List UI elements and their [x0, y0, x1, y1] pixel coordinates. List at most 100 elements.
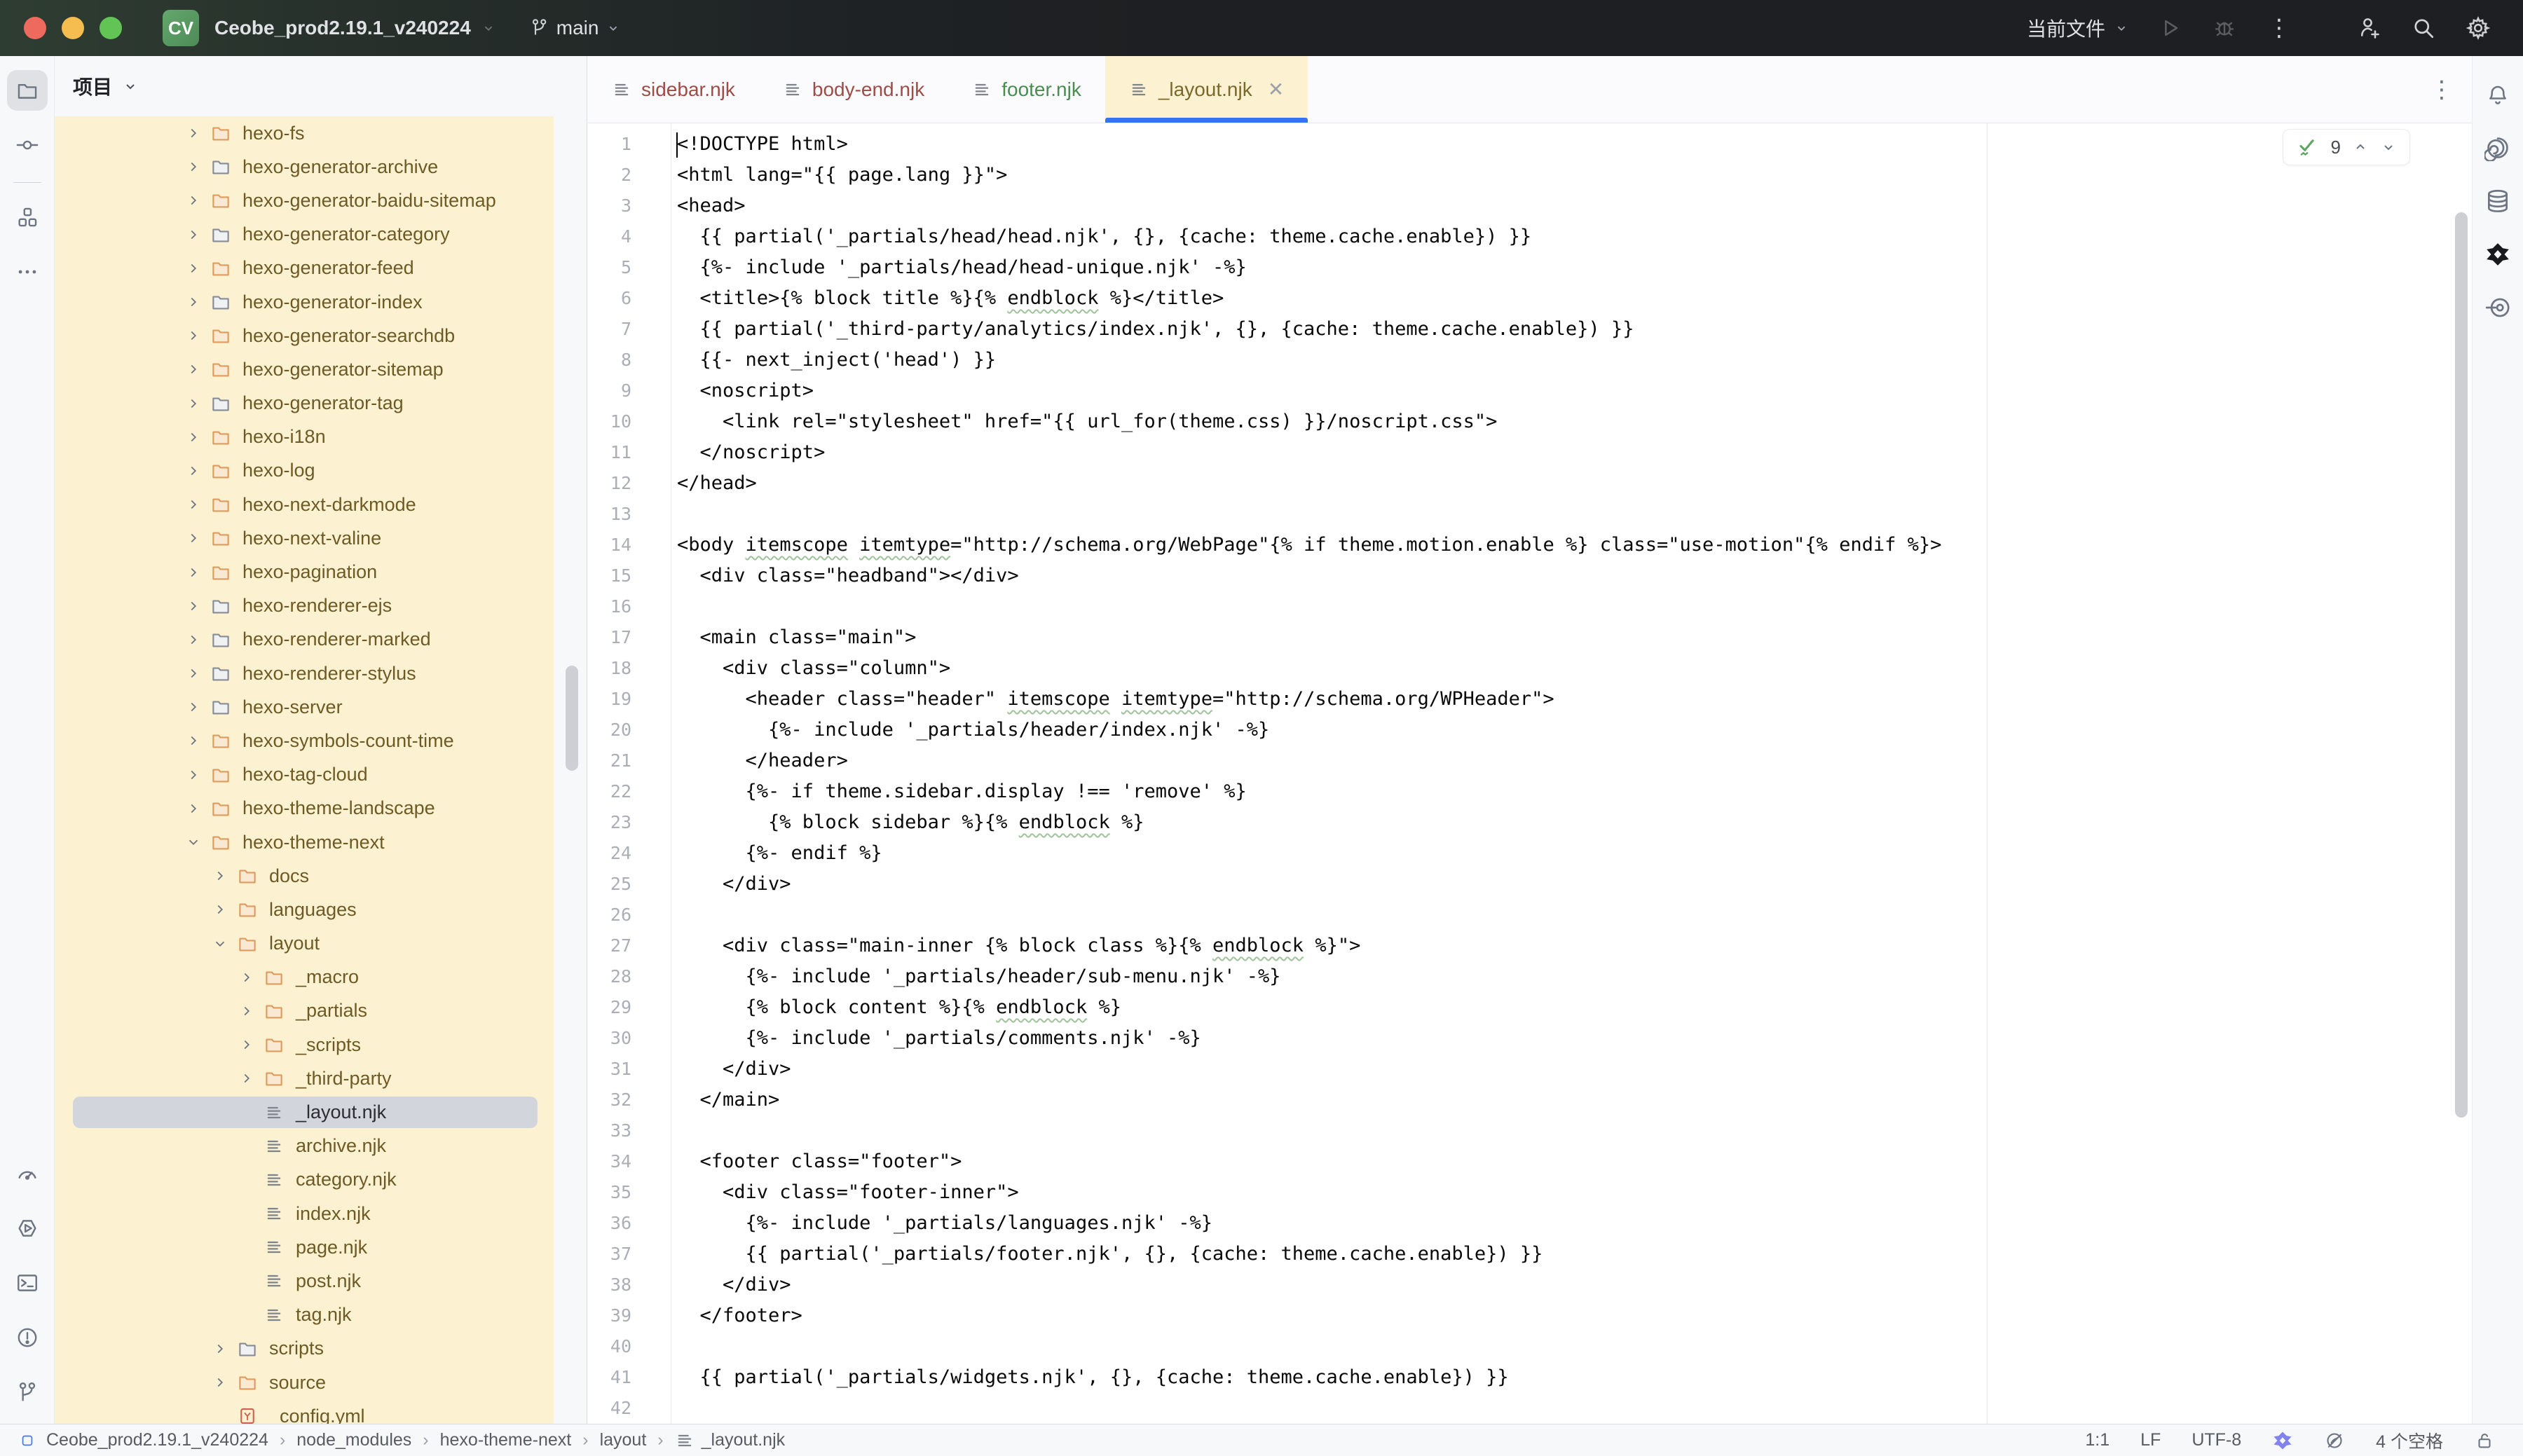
- line-number[interactable]: 32: [588, 1085, 631, 1115]
- debug-button[interactable]: [2210, 14, 2238, 42]
- line-number[interactable]: 20: [588, 715, 631, 746]
- chevron-right-icon[interactable]: [178, 530, 209, 546]
- chevron-right-icon[interactable]: [178, 632, 209, 647]
- tree-item--layout-njk[interactable]: _layout.njk: [55, 1095, 587, 1129]
- tree-item-hexo-symbols-count-time[interactable]: hexo-symbols-count-time: [55, 724, 587, 757]
- code-line-11[interactable]: 11 </noscript>: [588, 437, 2472, 468]
- chevron-right-icon[interactable]: [178, 328, 209, 343]
- chevron-right-icon[interactable]: [178, 159, 209, 174]
- code-line-15[interactable]: 15 <div class="headband"></div>: [588, 561, 2472, 591]
- chevron-right-icon[interactable]: [205, 1341, 235, 1357]
- line-number[interactable]: 42: [588, 1393, 631, 1424]
- code-line-42[interactable]: 42: [588, 1393, 2472, 1424]
- code-line-35[interactable]: 35 <div class="footer-inner">: [588, 1177, 2472, 1208]
- code-line-24[interactable]: 24 {%- endif %}: [588, 838, 2472, 869]
- services-tool-icon[interactable]: [7, 1208, 48, 1249]
- tree-item-archive-njk[interactable]: archive.njk: [55, 1129, 587, 1163]
- line-number[interactable]: 22: [588, 776, 631, 807]
- code-line-10[interactable]: 10 <link rel="stylesheet" href="{{ url_f…: [588, 406, 2472, 437]
- notifications-icon[interactable]: [2485, 83, 2510, 108]
- plugin-tool-icon[interactable]: [2484, 241, 2511, 268]
- code-line-26[interactable]: 26: [588, 900, 2472, 930]
- code-line-25[interactable]: 25 </div>: [588, 869, 2472, 900]
- code-line-23[interactable]: 23 {% block sidebar %}{% endblock %}: [588, 807, 2472, 838]
- code-line-5[interactable]: 5 {%- include '_partials/head/head-uniqu…: [588, 252, 2472, 283]
- tree-item-hexo-tag-cloud[interactable]: hexo-tag-cloud: [55, 758, 587, 792]
- code-line-37[interactable]: 37 {{ partial('_partials/footer.njk', {}…: [588, 1239, 2472, 1270]
- breadcrumb--layout-njk[interactable]: _layout.njk: [675, 1430, 786, 1450]
- code-line-39[interactable]: 39 </footer>: [588, 1300, 2472, 1331]
- tree-item-hexo-generator-searchdb[interactable]: hexo-generator-searchdb: [55, 319, 587, 352]
- highlighting-eye-icon[interactable]: [2324, 1430, 2345, 1451]
- tab-sidebar-njk[interactable]: sidebar.njk: [588, 56, 759, 123]
- chevron-right-icon[interactable]: [178, 294, 209, 310]
- chevron-right-icon[interactable]: [178, 497, 209, 512]
- code-line-34[interactable]: 34 <footer class="footer">: [588, 1146, 2472, 1177]
- code-line-22[interactable]: 22 {%- if theme.sidebar.display !== 'rem…: [588, 776, 2472, 807]
- line-number[interactable]: 35: [588, 1177, 631, 1208]
- line-number[interactable]: 23: [588, 807, 631, 838]
- chevron-right-icon[interactable]: [178, 767, 209, 783]
- chevron-right-icon[interactable]: [178, 125, 209, 141]
- line-number[interactable]: 31: [588, 1054, 631, 1085]
- tree-item-languages[interactable]: languages: [55, 893, 587, 926]
- tree-item-index-njk[interactable]: index.njk: [55, 1197, 587, 1230]
- tree-item--config-yml[interactable]: _config.yml: [55, 1399, 587, 1424]
- minimize-window-button[interactable]: [62, 17, 84, 39]
- line-number[interactable]: 40: [588, 1331, 631, 1362]
- tree-item-hexo-generator-category[interactable]: hexo-generator-category: [55, 218, 587, 252]
- line-number[interactable]: 36: [588, 1208, 631, 1239]
- code-line-32[interactable]: 32 </main>: [588, 1085, 2472, 1115]
- caret-position[interactable]: 1:1: [2085, 1430, 2110, 1450]
- line-number[interactable]: 29: [588, 992, 631, 1023]
- line-number[interactable]: 25: [588, 869, 631, 900]
- settings-sync-icon[interactable]: [2484, 294, 2511, 321]
- line-number[interactable]: 28: [588, 961, 631, 992]
- line-number[interactable]: 10: [588, 406, 631, 437]
- project-name[interactable]: Ceobe_prod2.19.1_v240224: [214, 17, 471, 39]
- tree-item-hexo-renderer-stylus[interactable]: hexo-renderer-stylus: [55, 657, 587, 690]
- chevron-down-icon[interactable]: [205, 936, 235, 952]
- readonly-lock-icon[interactable]: [2474, 1430, 2495, 1451]
- chevron-right-icon[interactable]: [178, 396, 209, 411]
- code-line-7[interactable]: 7 {{ partial('_third-party/analytics/ind…: [588, 314, 2472, 345]
- branch-widget[interactable]: main: [528, 17, 622, 39]
- tree-item--partials[interactable]: _partials: [55, 994, 587, 1028]
- file-encoding[interactable]: UTF-8: [2192, 1430, 2241, 1450]
- line-number[interactable]: 7: [588, 314, 631, 345]
- tree-item-hexo-server[interactable]: hexo-server: [55, 690, 587, 724]
- chevron-right-icon[interactable]: [231, 970, 262, 985]
- chevron-right-icon[interactable]: [231, 1037, 262, 1052]
- code-line-29[interactable]: 29 {% block content %}{% endblock %}: [588, 992, 2472, 1023]
- tree-item-hexo-next-valine[interactable]: hexo-next-valine: [55, 521, 587, 555]
- more-actions-icon[interactable]: ⋮: [2265, 14, 2293, 42]
- code-line-2[interactable]: 2<html lang="{{ page.lang }}">: [588, 160, 2472, 191]
- tree-item-tag-njk[interactable]: tag.njk: [55, 1298, 587, 1332]
- line-number[interactable]: 39: [588, 1300, 631, 1331]
- tree-item-hexo-generator-feed[interactable]: hexo-generator-feed: [55, 252, 587, 285]
- tree-item-hexo-i18n[interactable]: hexo-i18n: [55, 420, 587, 454]
- close-window-button[interactable]: [24, 17, 46, 39]
- chevron-right-icon[interactable]: [178, 193, 209, 208]
- chevron-right-icon[interactable]: [205, 868, 235, 884]
- line-number[interactable]: 8: [588, 345, 631, 376]
- tree-item-post-njk[interactable]: post.njk: [55, 1264, 587, 1298]
- code-line-18[interactable]: 18 <div class="column">: [588, 653, 2472, 684]
- code-line-36[interactable]: 36 {%- include '_partials/languages.njk'…: [588, 1208, 2472, 1239]
- line-number[interactable]: 17: [588, 622, 631, 653]
- tree-item-hexo-theme-next[interactable]: hexo-theme-next: [55, 825, 587, 859]
- tab-body-end-njk[interactable]: body-end.njk: [759, 56, 948, 123]
- profiler-tool-icon[interactable]: [7, 1153, 48, 1194]
- line-number[interactable]: 21: [588, 746, 631, 776]
- tab-options-icon[interactable]: ⋮: [2430, 76, 2454, 104]
- structure-tool-icon[interactable]: [7, 197, 48, 238]
- breadcrumb-node-modules[interactable]: node_modules: [296, 1430, 411, 1450]
- tree-item-hexo-theme-landscape[interactable]: hexo-theme-landscape: [55, 792, 587, 825]
- project-tool-icon[interactable]: [7, 70, 48, 111]
- maximize-window-button[interactable]: [100, 17, 122, 39]
- code-line-28[interactable]: 28 {%- include '_partials/header/sub-men…: [588, 961, 2472, 992]
- code-line-33[interactable]: 33: [588, 1115, 2472, 1146]
- breadcrumb-Ceobe-prod2-19-1-v240224[interactable]: Ceobe_prod2.19.1_v240224: [46, 1430, 268, 1450]
- breadcrumb-layout[interactable]: layout: [600, 1430, 647, 1450]
- code-line-19[interactable]: 19 <header class="header" itemscope item…: [588, 684, 2472, 715]
